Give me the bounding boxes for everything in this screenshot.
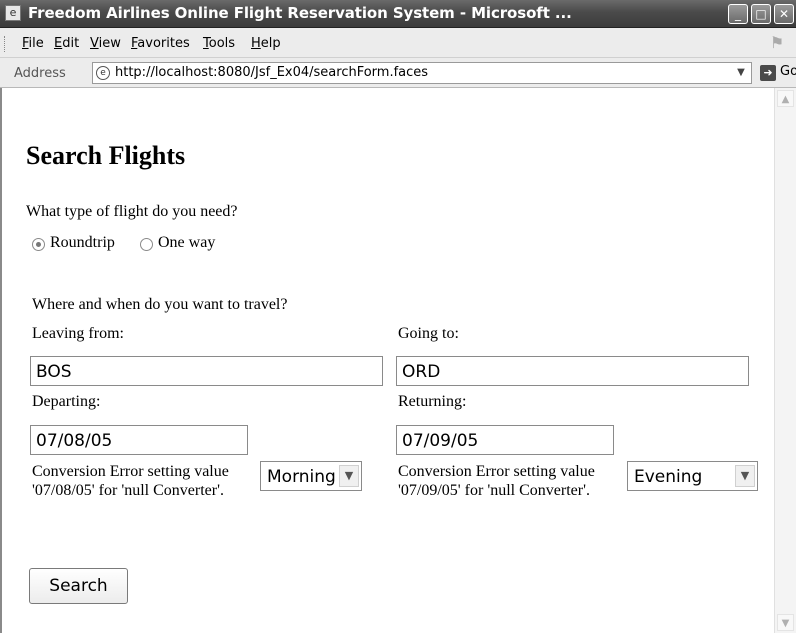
departing-date-input[interactable]: 07/08/05: [30, 425, 248, 455]
returning-label: Returning:: [398, 393, 467, 410]
returning-time-value: Evening: [634, 467, 703, 487]
menu-edit[interactable]: Edit: [54, 36, 79, 51]
departing-label: Departing:: [32, 393, 101, 410]
title-bar[interactable]: e Freedom Airlines Online Flight Reserva…: [0, 0, 796, 28]
returning-conversion-error: Conversion Error setting value '07/09/05…: [398, 463, 595, 499]
address-url[interactable]: http://localhost:8080/Jsf_Ex04/searchFor…: [115, 65, 428, 80]
search-button[interactable]: Search: [29, 568, 128, 604]
page-title: Search Flights: [26, 141, 186, 170]
menu-favorites[interactable]: Favorites: [131, 36, 190, 51]
scroll-up-icon[interactable]: ▲: [777, 90, 794, 107]
leaving-from-input[interactable]: BOS: [30, 356, 383, 386]
minimize-button[interactable]: _: [728, 4, 748, 24]
travel-question: Where and when do you want to travel?: [32, 296, 288, 313]
radio-one-way[interactable]: [140, 238, 153, 251]
flight-type-question: What type of flight do you need?: [26, 203, 238, 220]
menu-tools[interactable]: Tools: [203, 36, 235, 51]
going-to-label: Going to:: [398, 325, 459, 342]
address-field[interactable]: e http://localhost:8080/Jsf_Ex04/searchF…: [92, 62, 752, 84]
chevron-down-icon[interactable]: ▼: [733, 65, 749, 81]
radio-roundtrip[interactable]: [32, 238, 45, 251]
maximize-button[interactable]: □: [751, 4, 771, 24]
going-to-input[interactable]: ORD: [396, 356, 749, 386]
go-label: Go: [780, 64, 796, 79]
departing-time-select[interactable]: Morning ▼: [260, 461, 362, 491]
chevron-down-icon[interactable]: ▼: [735, 465, 755, 487]
menu-view[interactable]: View: [90, 36, 121, 51]
departing-conversion-error: Conversion Error setting value '07/08/05…: [32, 463, 229, 499]
chevron-down-icon[interactable]: ▼: [339, 465, 359, 487]
scroll-down-icon[interactable]: ▼: [777, 614, 794, 631]
toolbar-grip[interactable]: [4, 36, 7, 52]
windows-flag-icon: ⚑: [769, 33, 785, 52]
menu-bar: File Edit View Favorites Tools Help ⚑: [0, 28, 796, 58]
leaving-from-label: Leaving from:: [32, 325, 124, 342]
returning-date-input[interactable]: 07/09/05: [396, 425, 614, 455]
ie-page-icon[interactable]: e: [5, 5, 21, 21]
close-button[interactable]: ✕: [774, 4, 794, 24]
page-icon: e: [96, 66, 110, 80]
window-title: Freedom Airlines Online Flight Reservati…: [28, 4, 572, 22]
address-bar: Address e http://localhost:8080/Jsf_Ex04…: [0, 58, 796, 88]
returning-time-select[interactable]: Evening ▼: [627, 461, 758, 491]
menu-help[interactable]: Help: [251, 36, 281, 51]
address-label: Address: [14, 66, 66, 81]
vertical-scrollbar[interactable]: ▲ ▼: [774, 88, 796, 633]
departing-time-value: Morning: [267, 467, 336, 487]
go-button[interactable]: ➜ Go: [758, 63, 796, 83]
menu-file[interactable]: File: [22, 36, 44, 51]
radio-one-way-label[interactable]: One way: [158, 234, 215, 252]
page-content: Search Flights What type of flight do yo…: [0, 88, 796, 633]
radio-roundtrip-label[interactable]: Roundtrip: [50, 234, 115, 252]
arrow-right-icon: ➜: [760, 65, 776, 81]
